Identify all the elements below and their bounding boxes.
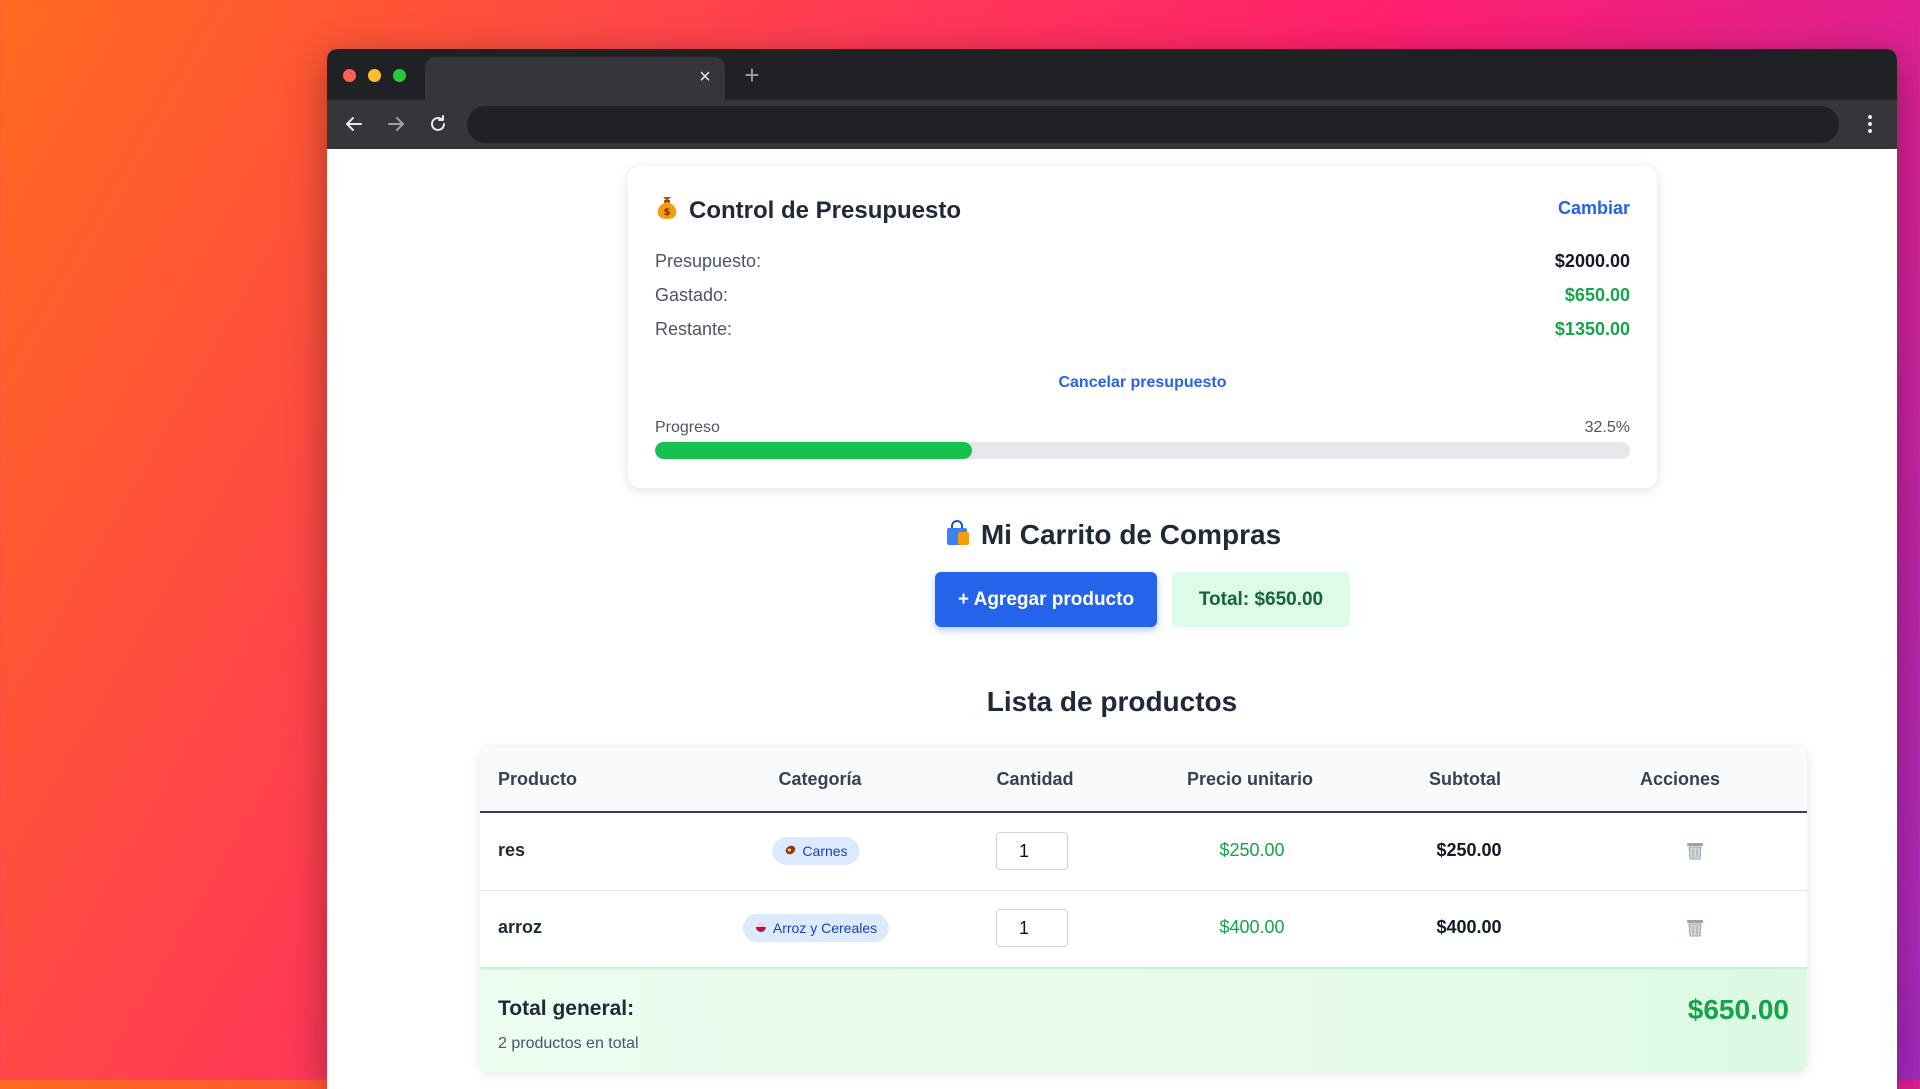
close-tab-icon[interactable]: × xyxy=(695,67,715,87)
row-subtotal: $400.00 xyxy=(1436,917,1502,937)
forward-icon[interactable] xyxy=(381,109,411,139)
budget-card: $ Control de Presupuesto Cambiar Presupu… xyxy=(628,166,1657,488)
budget-title: $ Control de Presupuesto xyxy=(655,194,961,227)
spent-label: Gastado: xyxy=(655,285,729,305)
browser-tab[interactable]: × xyxy=(425,57,725,100)
row-subtotal: $250.00 xyxy=(1436,840,1502,860)
table-row: arroz Arroz y Cereales $400.00 $400.00 xyxy=(480,890,1807,968)
cart-total-badge: Total: $650.00 xyxy=(1172,572,1350,627)
category-badge: Carnes xyxy=(772,837,860,865)
window-maximize-dot[interactable] xyxy=(393,69,406,82)
product-name: arroz xyxy=(498,917,543,937)
budget-value: $2000.00 xyxy=(1554,251,1630,271)
shopping-bag-icon xyxy=(943,519,971,554)
column-header-product: Producto xyxy=(498,769,577,789)
quantity-input[interactable] xyxy=(996,832,1068,870)
column-header-category: Categoría xyxy=(778,769,862,789)
column-header-actions: Acciones xyxy=(1639,769,1721,789)
budget-label: Presupuesto: xyxy=(655,251,762,271)
category-label: Carnes xyxy=(802,843,848,859)
unit-price: $400.00 xyxy=(1219,917,1285,937)
new-tab-icon[interactable]: + xyxy=(739,62,765,88)
cancel-budget-link[interactable]: Cancelar presupuesto xyxy=(628,374,1657,392)
column-header-subtotal: Subtotal xyxy=(1429,769,1501,789)
back-icon[interactable] xyxy=(339,109,369,139)
progress-percentage: 32.5% xyxy=(1584,419,1630,436)
product-list-title: Lista de productos xyxy=(986,686,1238,717)
progress-label: Progreso xyxy=(655,419,720,436)
progress-fill xyxy=(655,442,972,459)
remaining-label: Restante: xyxy=(655,319,733,339)
address-bar[interactable] xyxy=(467,106,1839,143)
window-minimize-dot[interactable] xyxy=(368,69,381,82)
product-name: res xyxy=(498,840,526,860)
unit-price: $250.00 xyxy=(1219,840,1285,860)
rice-bowl-icon xyxy=(755,920,767,936)
money-bag-icon: $ xyxy=(655,194,679,227)
meat-icon xyxy=(784,843,796,859)
product-table: Producto Categoría Cantidad Precio unita… xyxy=(480,747,1807,1072)
table-header: Producto Categoría Cantidad Precio unita… xyxy=(480,747,1807,813)
window-close-dot[interactable] xyxy=(343,69,356,82)
category-label: Arroz y Cereales xyxy=(772,920,878,936)
add-product-button[interactable]: + Agregar producto xyxy=(935,572,1157,627)
category-badge: Arroz y Cereales xyxy=(742,914,890,942)
browser-toolbar xyxy=(327,100,1897,149)
product-count: 2 productos en total xyxy=(498,1035,639,1052)
column-header-quantity: Cantidad xyxy=(996,769,1074,789)
tab-strip: × + xyxy=(327,49,1897,100)
grand-total-label: Total general: xyxy=(498,997,635,1020)
table-row: res Carnes $250.00 $250.00 xyxy=(480,813,1807,891)
progress-bar xyxy=(655,442,1630,459)
cart-title-text: Mi Carrito de Compras xyxy=(980,519,1282,550)
cart-title: Mi Carrito de Compras xyxy=(327,519,1897,554)
reload-icon[interactable] xyxy=(423,109,453,139)
spent-value: $650.00 xyxy=(1564,285,1630,305)
table-footer-total: Total general: 2 productos en total $650… xyxy=(480,967,1807,1072)
trash-icon[interactable] xyxy=(1684,839,1706,861)
remaining-value: $1350.00 xyxy=(1554,319,1630,339)
grand-total-amount: $650.00 xyxy=(1687,994,1789,1025)
kebab-menu-icon[interactable] xyxy=(1855,109,1885,139)
page-content: $ Control de Presupuesto Cambiar Presupu… xyxy=(327,149,1897,1089)
trash-icon[interactable] xyxy=(1684,916,1706,938)
change-budget-link[interactable]: Cambiar xyxy=(1558,198,1630,219)
column-header-unit-price: Precio unitario xyxy=(1186,769,1314,789)
svg-text:$: $ xyxy=(664,207,671,218)
quantity-input[interactable] xyxy=(996,909,1068,947)
budget-title-text: Control de Presupuesto xyxy=(689,196,962,224)
browser-window: × + $ Control de Presupuesto Cambiar Pre… xyxy=(327,49,1897,1089)
